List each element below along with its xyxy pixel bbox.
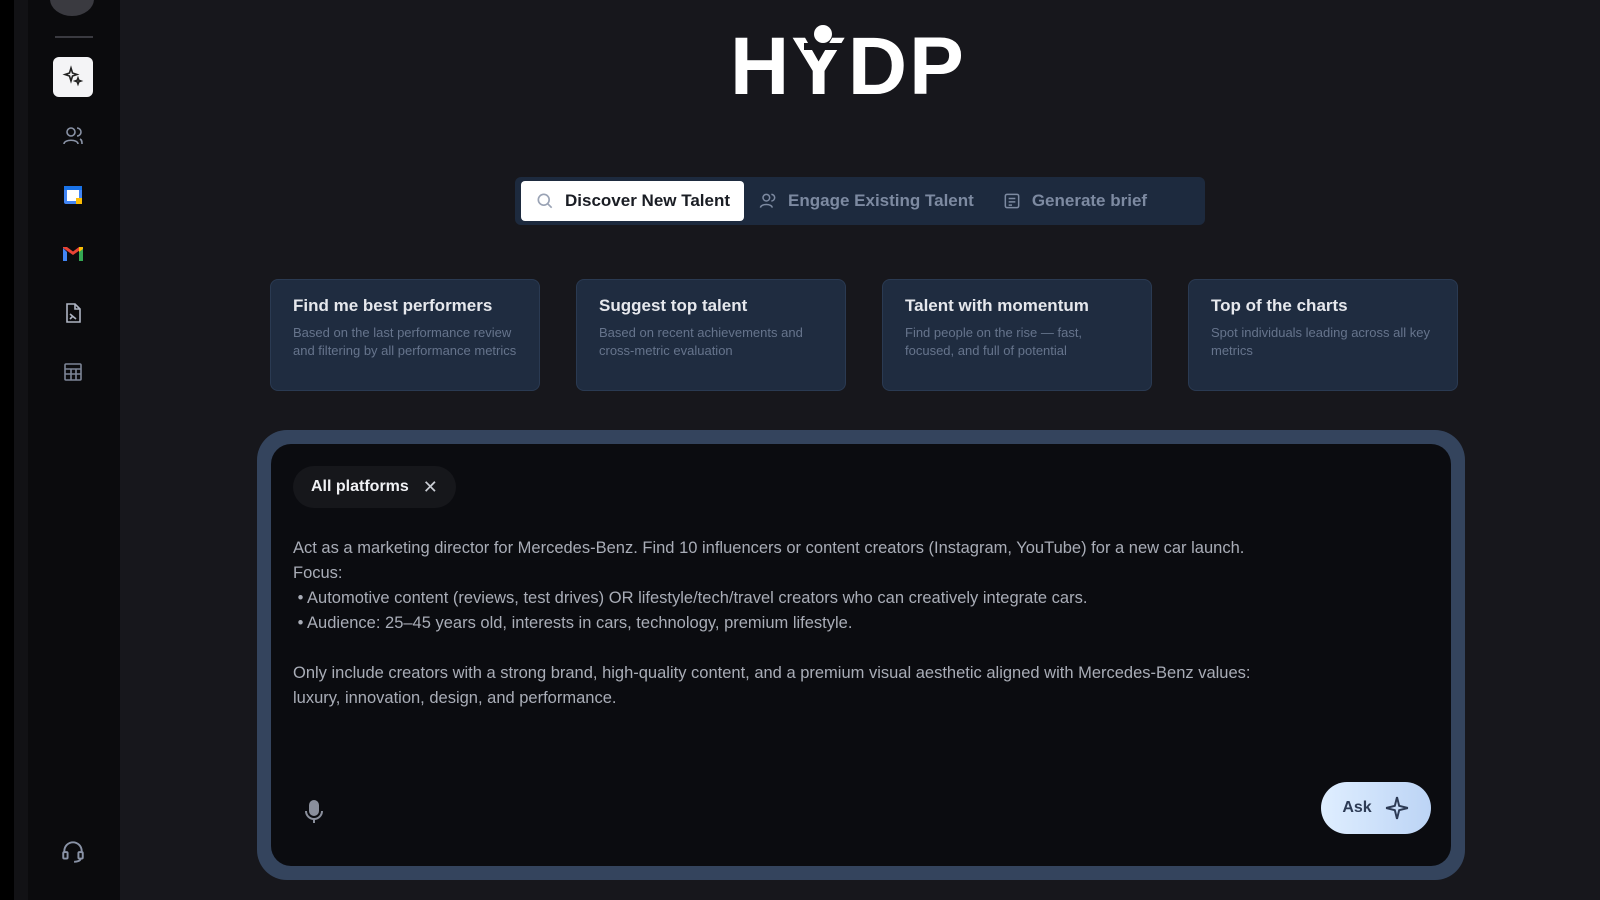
prompt-box: All platforms ✕ Act as a marketing direc… xyxy=(257,430,1465,880)
card-description: Based on recent achievements and cross-m… xyxy=(599,325,803,358)
suggestion-card-top-charts[interactable]: Top of the charts Spot individuals leadi… xyxy=(1188,279,1458,391)
prompt-textarea[interactable]: Act as a marketing director for Mercedes… xyxy=(293,536,1423,711)
sidebar-item-people[interactable] xyxy=(53,116,93,156)
tab-label: Engage Existing Talent xyxy=(788,191,974,210)
search-icon xyxy=(537,193,553,209)
sidebar xyxy=(0,0,120,900)
sidebar-item-tables[interactable] xyxy=(53,352,93,392)
tab-generate-brief[interactable]: Generate brief xyxy=(988,181,1161,221)
suggestion-cards: Find me best performers Based on the las… xyxy=(270,279,1458,391)
gmail-icon xyxy=(63,247,83,261)
suggestion-card-best-performers[interactable]: Find me best performers Based on the las… xyxy=(270,279,540,391)
document-icon xyxy=(1004,193,1020,209)
suggestion-card-top-talent[interactable]: Suggest top talent Based on recent achie… xyxy=(576,279,846,391)
sidebar-divider xyxy=(55,36,93,38)
sparkle-icon xyxy=(1385,796,1408,820)
card-title: Suggest top talent xyxy=(599,296,748,315)
card-title: Find me best performers xyxy=(293,296,493,315)
users-icon xyxy=(759,193,776,208)
card-description: Find people on the rise — fast, focused,… xyxy=(905,325,1083,358)
tab-label: Generate brief xyxy=(1031,191,1148,210)
ask-label: Ask xyxy=(1342,799,1372,816)
table-icon xyxy=(64,363,82,381)
tab-discover-new-talent[interactable]: Discover New Talent xyxy=(521,181,745,221)
sidebar-item-gmail[interactable] xyxy=(53,234,93,274)
mode-tabs: Discover New Talent Engage Existing Tale… xyxy=(515,177,1205,225)
chip-label: All platforms xyxy=(311,478,409,495)
card-description: Spot individuals leading across all key … xyxy=(1211,325,1430,358)
sidebar-item-documents[interactable] xyxy=(53,293,93,333)
sparkles-icon xyxy=(62,65,84,87)
tab-label: Discover New Talent xyxy=(565,191,731,210)
prompt-input-area[interactable]: All platforms ✕ Act as a marketing direc… xyxy=(271,444,1451,866)
document-icon xyxy=(66,303,81,323)
headset-icon[interactable] xyxy=(60,838,86,864)
sidebar-item-ai[interactable] xyxy=(53,57,93,97)
hydp-logo: HYDP xyxy=(730,22,966,102)
ask-button[interactable]: Ask xyxy=(1321,782,1431,834)
suggestion-card-momentum[interactable]: Talent with momentum Find people on the … xyxy=(882,279,1152,391)
platform-filter-chip[interactable]: All platforms ✕ xyxy=(293,466,456,508)
microphone-icon[interactable] xyxy=(303,799,325,825)
sidebar-item-calendar[interactable] xyxy=(53,175,93,215)
card-title: Top of the charts xyxy=(1211,296,1348,315)
tab-engage-existing-talent[interactable]: Engage Existing Talent xyxy=(744,181,988,221)
card-description: Based on the last performance review and… xyxy=(293,325,517,358)
calendar-icon xyxy=(64,186,82,204)
users-icon xyxy=(63,127,83,145)
close-icon[interactable]: ✕ xyxy=(423,477,438,498)
profile-avatar[interactable] xyxy=(50,0,94,16)
svg-text:HYDP: HYDP xyxy=(730,22,966,102)
sidebar-panel xyxy=(28,0,120,900)
card-title: Talent with momentum xyxy=(905,296,1089,315)
